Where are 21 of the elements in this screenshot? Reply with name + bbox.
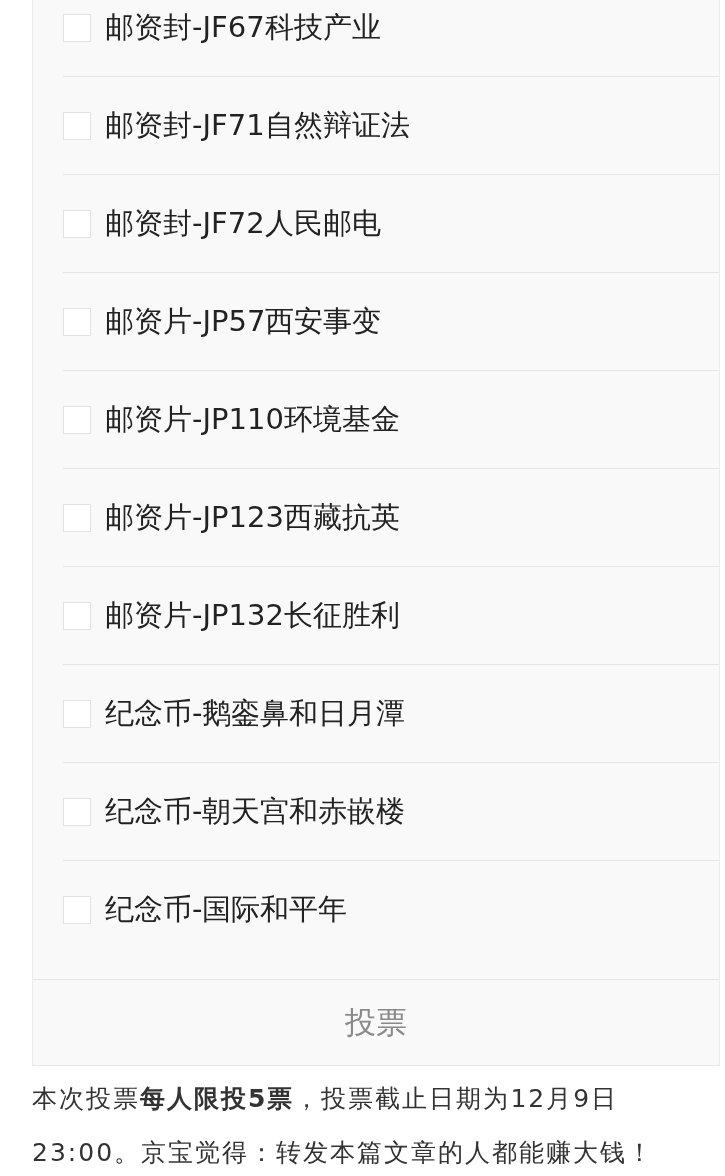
checkbox[interactable] [63, 895, 91, 924]
checkbox[interactable] [63, 797, 91, 826]
option-label[interactable]: 邮资片-JP110环境基金 [105, 399, 400, 440]
option-label[interactable]: 邮资片-JP123西藏抗英 [105, 497, 400, 538]
poll-note: 本次投票每人限投5票，投票截止日期为12月9日23:00。京宝觉得：转发本篇文章的人都能赚大钱！ [32, 1083, 656, 1169]
checkbox[interactable] [63, 699, 91, 728]
option-label[interactable]: 邮资片-JP132长征胜利 [105, 595, 400, 636]
option-label[interactable]: 纪念币-朝天宫和赤嵌楼 [105, 791, 406, 832]
checkbox[interactable] [63, 601, 91, 630]
checkbox[interactable] [63, 307, 91, 336]
option-label[interactable]: 纪念币-鹅銮鼻和日月潭 [105, 693, 406, 734]
checkbox[interactable] [63, 209, 91, 238]
option-label[interactable]: 邮资封-JF71自然辩证法 [105, 105, 410, 146]
checkbox[interactable] [63, 13, 91, 42]
checkbox[interactable] [63, 503, 91, 532]
checkbox[interactable] [63, 405, 91, 434]
option-label[interactable]: 邮资封-JF72人民邮电 [105, 203, 381, 244]
option-label[interactable]: 纪念币-国际和平年 [105, 889, 348, 930]
option-label[interactable]: 邮资封-JF67科技产业 [105, 7, 381, 48]
checkbox[interactable] [63, 111, 91, 140]
option-label[interactable]: 邮资片-JP57西安事变 [105, 301, 382, 342]
